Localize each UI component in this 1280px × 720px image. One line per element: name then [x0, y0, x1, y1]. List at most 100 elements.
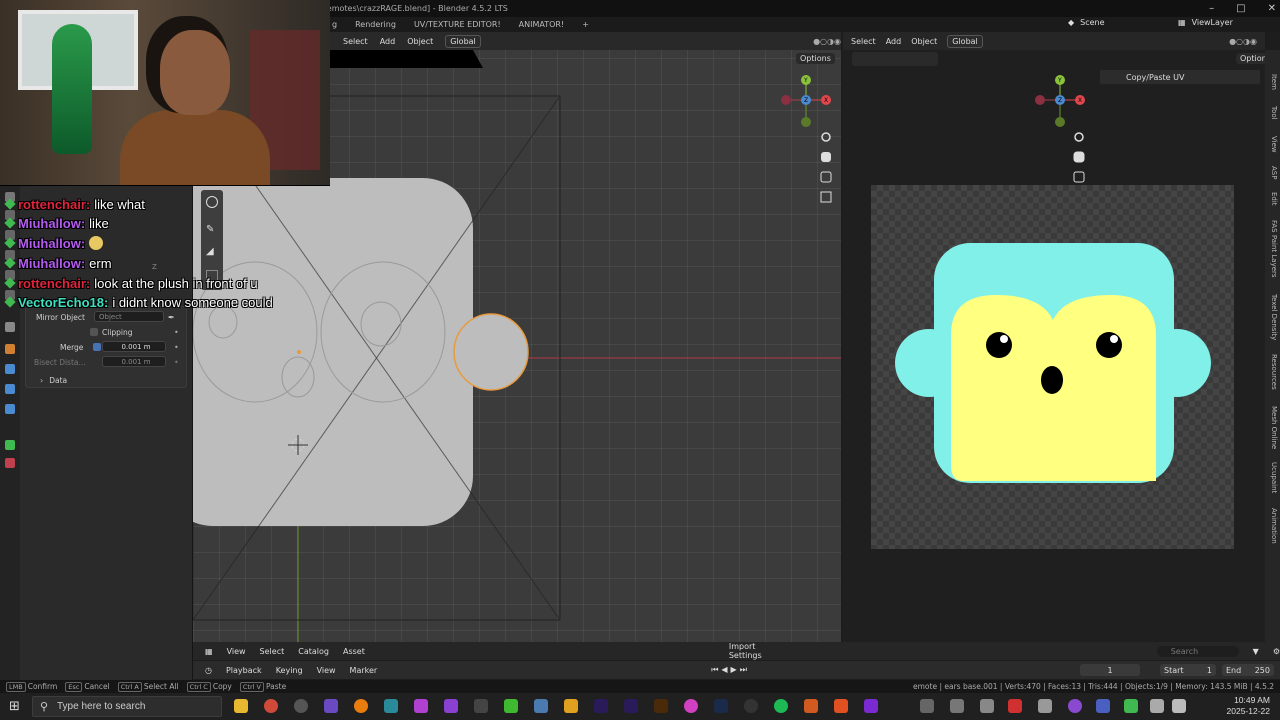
- asset-menu-view[interactable]: View: [227, 647, 246, 656]
- merge-distance-field[interactable]: 0.001 m: [102, 341, 166, 352]
- data-tab-icon[interactable]: [5, 440, 15, 450]
- timeline-menu-view[interactable]: View: [317, 666, 336, 675]
- bisect-animate-dot[interactable]: •: [174, 358, 179, 367]
- modifier-tab-icon[interactable]: [5, 364, 15, 374]
- timeline-editor-icon[interactable]: ◷: [205, 666, 212, 675]
- sidebar-tab-animation[interactable]: Animation: [1267, 508, 1278, 544]
- asset-menu-select[interactable]: Select: [260, 647, 285, 656]
- close-icon[interactable]: ✕: [1268, 3, 1276, 14]
- viewport-menu-add[interactable]: Add: [380, 37, 396, 46]
- import-settings-dropdown[interactable]: Import Settings: [729, 642, 783, 660]
- app-icon[interactable]: [864, 699, 878, 713]
- playback-controls[interactable]: ⏮◀▶⏭: [711, 665, 750, 675]
- asset-browser-icon[interactable]: ▦: [205, 647, 213, 656]
- tab-animator[interactable]: ANIMATOR!: [517, 20, 567, 29]
- annotate-tool-icon[interactable]: ✎: [206, 224, 218, 236]
- particles-tab-icon[interactable]: [5, 384, 15, 394]
- sidebar-tab-asp[interactable]: ASP: [1267, 166, 1278, 179]
- sidebar-tab-ucupaint[interactable]: Ucupaint: [1267, 462, 1278, 493]
- uv-orientation-dropdown[interactable]: Global: [947, 34, 983, 48]
- uv-menu-add[interactable]: Add: [886, 37, 902, 46]
- viewport-menu-select[interactable]: Select: [343, 37, 368, 46]
- filter-icon[interactable]: ▼: [1253, 647, 1259, 656]
- merge-checkbox[interactable]: [93, 343, 102, 351]
- tray-icon[interactable]: [980, 699, 994, 713]
- tray-icon[interactable]: [1124, 699, 1138, 713]
- sidebar-tab-mesh-online[interactable]: Mesh Online: [1267, 406, 1278, 449]
- tray-icon[interactable]: [1096, 699, 1110, 713]
- eyedropper-icon[interactable]: ✒: [168, 313, 175, 322]
- clipping-checkbox[interactable]: [90, 328, 98, 336]
- steam-icon[interactable]: [714, 699, 728, 713]
- timeline-menu-marker[interactable]: Marker: [350, 666, 378, 675]
- tab-layout[interactable]: g: [330, 20, 339, 29]
- illustrator-icon[interactable]: [654, 699, 668, 713]
- uv-shading-icons[interactable]: ●○◑◉: [1229, 37, 1257, 46]
- sidebar-tab-fas-paint-layers[interactable]: FAS Paint Layers: [1267, 220, 1278, 278]
- start-frame-field[interactable]: Start 1: [1160, 664, 1216, 676]
- minimize-icon[interactable]: –: [1209, 3, 1214, 14]
- blender-icon[interactable]: [354, 699, 368, 713]
- tray-icon[interactable]: [1172, 699, 1186, 713]
- transform-tool-icon[interactable]: [206, 196, 218, 208]
- scene-name[interactable]: Scene: [1080, 18, 1104, 27]
- sidebar-tab-resources[interactable]: Resources: [1267, 354, 1278, 390]
- tray-icon[interactable]: [1150, 699, 1164, 713]
- mirror-object-field[interactable]: Object: [94, 311, 164, 322]
- app-icon[interactable]: [414, 699, 428, 713]
- app-icon[interactable]: [504, 699, 518, 713]
- add-workspace-button[interactable]: +: [580, 20, 591, 29]
- collection-tab-icon[interactable]: [5, 322, 15, 332]
- app-icon[interactable]: [564, 699, 578, 713]
- obs-icon[interactable]: [294, 699, 308, 713]
- tray-icon[interactable]: [920, 699, 934, 713]
- copy-paste-uv-panel[interactable]: Copy/Paste UV: [1100, 70, 1260, 84]
- bisect-distance-field[interactable]: 0.001 m: [102, 356, 166, 367]
- uv-select-mode-toolbar[interactable]: [852, 52, 938, 66]
- physics-tab-icon[interactable]: [5, 404, 15, 414]
- maximize-icon[interactable]: □: [1236, 3, 1245, 14]
- tab-rendering[interactable]: Rendering: [353, 20, 398, 29]
- app-icon[interactable]: [804, 699, 818, 713]
- viewport-orientation-dropdown[interactable]: Global: [445, 34, 481, 48]
- app-icon[interactable]: [684, 699, 698, 713]
- shading-icons[interactable]: ●○◑◉: [813, 37, 841, 46]
- asset-menu-asset[interactable]: Asset: [343, 647, 365, 656]
- spotify-icon[interactable]: [774, 699, 788, 713]
- premiere-icon[interactable]: [624, 699, 638, 713]
- timeline-menu-keying[interactable]: Keying: [276, 666, 303, 675]
- brave-icon[interactable]: [834, 699, 848, 713]
- tray-icon[interactable]: [1008, 699, 1022, 713]
- material-tab-icon[interactable]: [5, 458, 15, 468]
- object-tab-icon[interactable]: [5, 344, 15, 354]
- sidebar-tab-view[interactable]: View: [1267, 136, 1278, 153]
- chevron-right-icon[interactable]: ›: [40, 376, 43, 385]
- measure-tool-icon[interactable]: ◢: [206, 246, 218, 258]
- app-icon[interactable]: [384, 699, 398, 713]
- chrome-icon[interactable]: [264, 699, 278, 713]
- view-layer-name[interactable]: ViewLayer: [1192, 18, 1233, 27]
- asset-menu-catalog[interactable]: Catalog: [298, 647, 329, 656]
- tray-icon[interactable]: [1068, 699, 1082, 713]
- viewport-options-button[interactable]: Options: [796, 53, 835, 64]
- uv-menu-object[interactable]: Object: [911, 37, 937, 46]
- taskbar-clock[interactable]: 10:49 AM 2025-12-22: [1227, 695, 1270, 717]
- clipping-animate-dot[interactable]: •: [174, 328, 179, 337]
- asset-search-input[interactable]: Search: [1156, 645, 1239, 657]
- calculator-icon[interactable]: [534, 699, 548, 713]
- viewport-menu-object[interactable]: Object: [407, 37, 433, 46]
- gear-icon[interactable]: ⚙: [1273, 647, 1280, 656]
- file-explorer-icon[interactable]: [234, 699, 248, 713]
- end-frame-field[interactable]: End 250: [1222, 664, 1274, 676]
- windows-start-icon[interactable]: ⊞: [9, 700, 20, 713]
- timeline-menu-playback[interactable]: Playback: [226, 666, 262, 675]
- uv-menu-select[interactable]: Select: [851, 37, 876, 46]
- after-effects-icon[interactable]: [594, 699, 608, 713]
- data-subpanel-label[interactable]: Data: [49, 376, 67, 385]
- sidebar-tab-item[interactable]: Item: [1267, 74, 1278, 90]
- merge-animate-dot[interactable]: •: [174, 343, 179, 352]
- sidebar-tab-tool[interactable]: Tool: [1267, 106, 1278, 120]
- taskbar-search-input[interactable]: ⚲ Type here to search: [32, 696, 222, 717]
- current-frame-field[interactable]: 1: [1080, 664, 1140, 676]
- app-icon[interactable]: [474, 699, 488, 713]
